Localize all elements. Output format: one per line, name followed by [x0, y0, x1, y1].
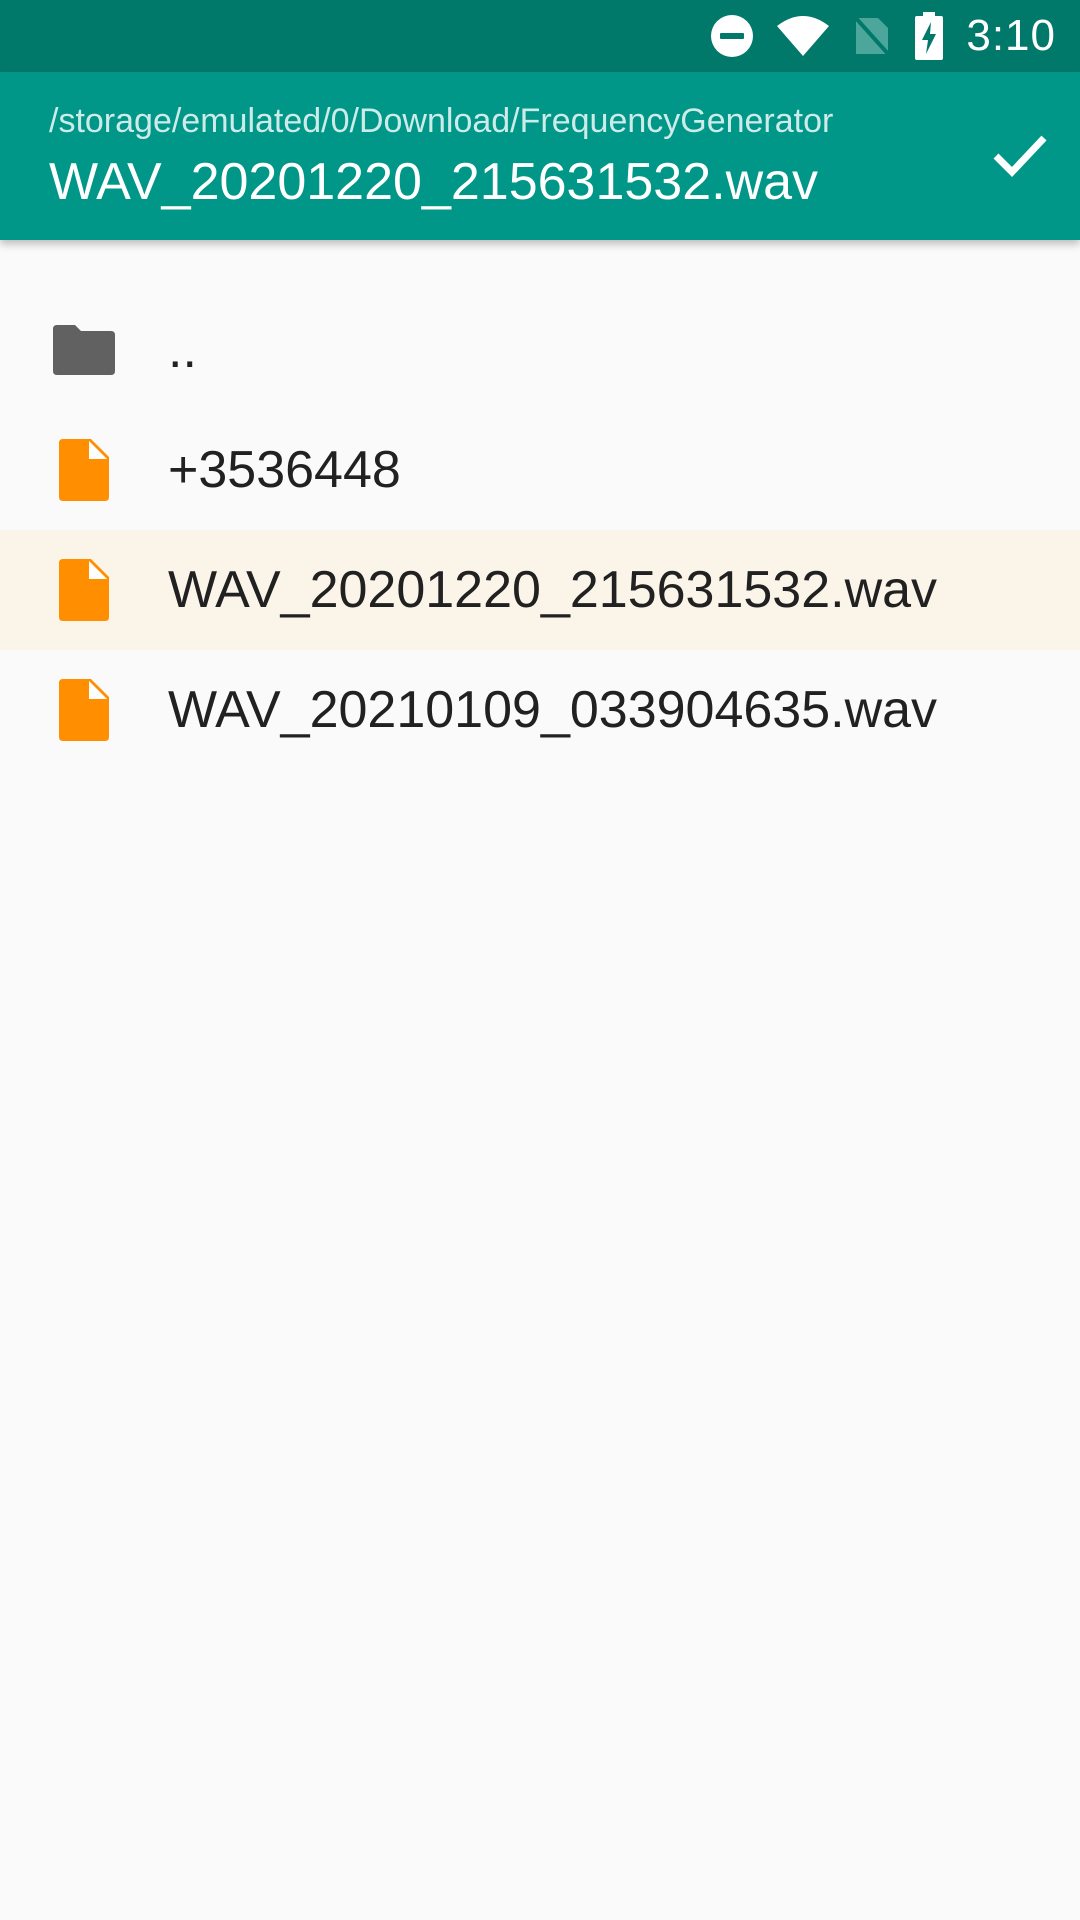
- file-list: .. +3536448 WAV_20201220_215631532.wav W…: [0, 290, 1080, 770]
- folder-icon: [53, 319, 115, 381]
- file-row-label: WAV_20201220_215631532.wav: [168, 561, 938, 619]
- app-bar: /storage/emulated/0/Download/FrequencyGe…: [0, 72, 1080, 240]
- file-row-label: +3536448: [168, 441, 401, 499]
- battery-charging-icon: [914, 12, 944, 60]
- file-row-parent[interactable]: ..: [0, 290, 1080, 410]
- file-row-label: ..: [168, 321, 197, 379]
- file-row-label: WAV_20210109_033904635.wav: [168, 681, 938, 739]
- selected-file-name: WAV_20201220_215631532.wav: [49, 153, 819, 211]
- file-icon: [53, 439, 115, 501]
- file-row[interactable]: WAV_20210109_033904635.wav: [0, 650, 1080, 770]
- check-icon: [990, 124, 1050, 189]
- status-icons: 3:10: [710, 0, 1056, 72]
- no-sim-icon: [852, 14, 892, 58]
- confirm-button[interactable]: [980, 116, 1060, 196]
- file-row-selected[interactable]: WAV_20201220_215631532.wav: [0, 530, 1080, 650]
- file-icon: [53, 559, 115, 621]
- current-path: /storage/emulated/0/Download/FrequencyGe…: [49, 102, 834, 140]
- file-icon: [53, 679, 115, 741]
- status-time: 3:10: [966, 11, 1056, 60]
- status-bar: 3:10: [0, 0, 1080, 72]
- file-row[interactable]: +3536448: [0, 410, 1080, 530]
- wifi-icon: [776, 14, 830, 58]
- do-not-disturb-icon: [710, 14, 754, 58]
